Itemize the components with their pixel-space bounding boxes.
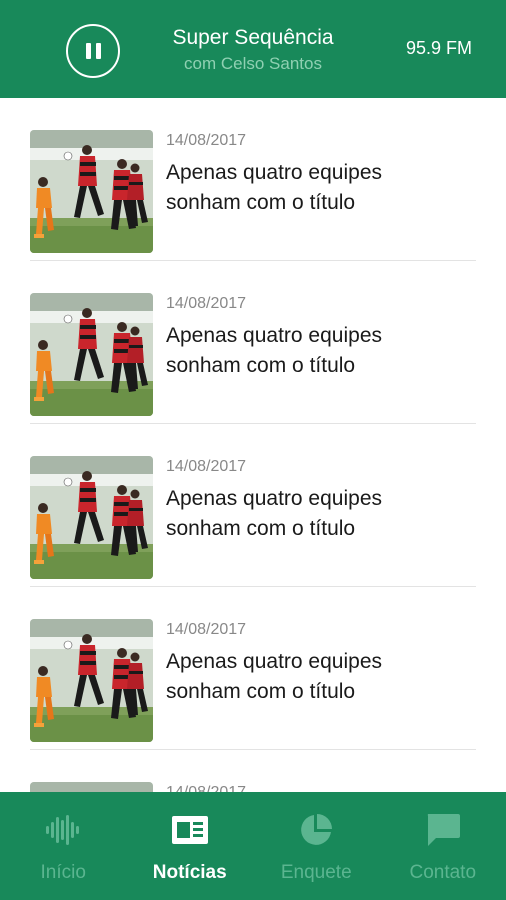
nav-label: Contato	[409, 862, 477, 883]
nav-item-inicio[interactable]: Início	[0, 792, 127, 900]
news-date: 14/08/2017	[166, 784, 246, 792]
news-item[interactable]: 14/08/2017 Apenas quatro equipes sonham …	[30, 98, 476, 261]
news-title: Apenas quatro equipes sonham com o títul…	[166, 161, 382, 214]
news-thumbnail	[30, 293, 153, 416]
soccer-photo	[30, 130, 153, 253]
news-date: 14/08/2017	[166, 621, 247, 638]
show-host: com Celso Santos	[184, 54, 322, 73]
news-title: Apenas quatro equipes sonham com o títul…	[166, 650, 382, 703]
audio-wave-icon	[44, 812, 82, 848]
nav-label: Início	[40, 862, 86, 883]
chat-bubble-icon	[424, 812, 462, 848]
soccer-photo	[30, 619, 153, 742]
pause-button[interactable]	[66, 24, 120, 78]
pie-chart-icon	[297, 812, 335, 848]
nav-item-contato[interactable]: Contato	[380, 792, 506, 900]
nav-item-enquete[interactable]: Enquete	[253, 792, 380, 900]
news-date: 14/08/2017	[166, 458, 247, 475]
news-thumbnail	[30, 130, 153, 253]
soccer-photo	[30, 293, 153, 416]
news-thumbnail	[30, 782, 153, 792]
nav-item-noticias[interactable]: Notícias	[127, 792, 254, 900]
pause-icon	[85, 43, 101, 59]
news-thumbnail	[30, 456, 153, 579]
soccer-photo	[30, 456, 153, 579]
news-title: Apenas quatro equipes sonham com o títul…	[166, 487, 382, 540]
news-item[interactable]: 14/08/2017 Apenas quatro equipes sonham …	[30, 424, 476, 587]
newspaper-icon	[171, 812, 209, 848]
news-title: Apenas quatro equipes sonham com o títul…	[166, 324, 382, 377]
news-date: 14/08/2017	[166, 132, 247, 149]
soccer-photo	[30, 782, 153, 792]
news-item[interactable]: 14/08/2017	[30, 750, 476, 792]
bottom-nav: Início Notícias Enquete Contato	[0, 792, 506, 900]
news-item[interactable]: 14/08/2017 Apenas quatro equipes sonham …	[30, 587, 476, 750]
nav-label: Enquete	[280, 862, 352, 883]
station-frequency: 95.9 FM	[405, 38, 472, 58]
player-header: Super Sequência com Celso Santos 95.9 FM	[0, 0, 506, 98]
show-title: Super Sequência	[172, 26, 334, 49]
news-thumbnail	[30, 619, 153, 742]
news-list: 14/08/2017 Apenas quatro equipes sonham …	[0, 98, 506, 792]
nav-label: Notícias	[152, 862, 227, 883]
show-info: Super Sequência com Celso Santos	[150, 24, 356, 76]
news-item[interactable]: 14/08/2017 Apenas quatro equipes sonham …	[30, 261, 476, 424]
news-date: 14/08/2017	[166, 295, 247, 312]
